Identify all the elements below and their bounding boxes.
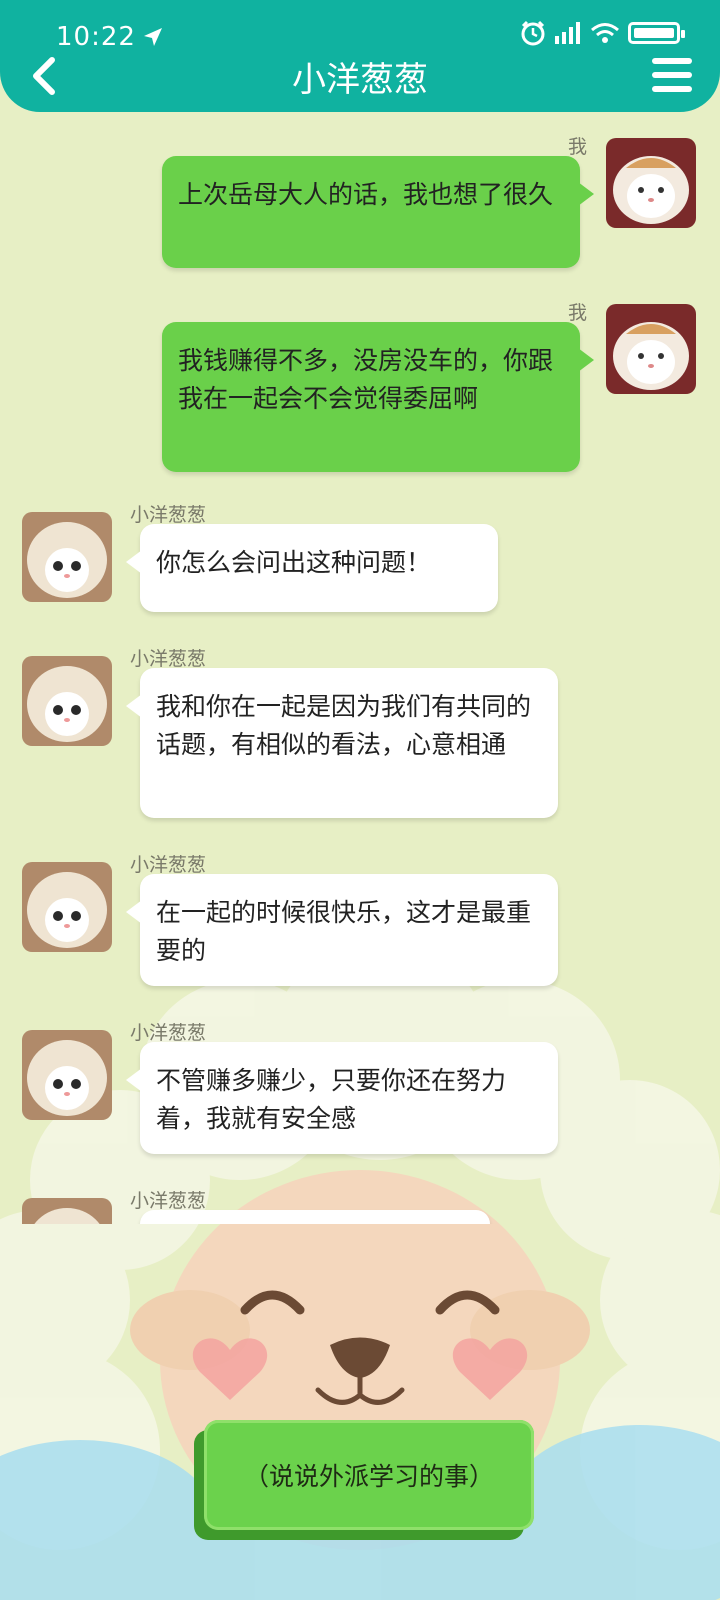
message-bubble-contact[interactable]	[140, 1210, 490, 1224]
message-bubble-contact[interactable]: 你怎么会问出这种问题！	[126, 524, 498, 612]
reply-option-button[interactable]: （说说外派学习的事）	[204, 1420, 534, 1530]
my-avatar[interactable]	[606, 304, 696, 394]
sender-name: 小洋葱葱	[130, 504, 207, 526]
sender-name: 我	[568, 136, 588, 158]
status-bar-right	[520, 20, 685, 46]
my-avatar[interactable]	[606, 138, 696, 228]
signal-icon	[555, 22, 580, 44]
contact-avatar[interactable]	[22, 656, 112, 746]
contact-avatar[interactable]	[22, 862, 112, 952]
message-bubble-me[interactable]: 上次岳母大人的话，我也想了很久	[162, 156, 594, 268]
chat-title: 小洋葱葱	[292, 60, 428, 100]
contact-avatar[interactable]	[22, 512, 112, 602]
location-arrow-icon	[143, 28, 162, 46]
hamburger-menu-icon[interactable]	[652, 58, 692, 92]
sender-name: 我	[568, 302, 588, 324]
top-header: 10:22 小洋葱葱	[0, 0, 720, 112]
chat-message-list[interactable]: 我 上次岳母大人的话，我也想了很久 我 我钱赚得不多，没房没车的，你跟我在一起会…	[0, 112, 720, 1224]
sender-name: 小洋葱葱	[130, 854, 207, 876]
sender-name: 小洋葱葱	[130, 648, 207, 670]
alarm-icon	[521, 20, 545, 46]
message-bubble-contact[interactable]: 我和你在一起是因为我们有共同的话题，有相似的看法，心意相通	[126, 668, 558, 818]
message-bubble-contact[interactable]: 不管赚多赚少，只要你还在努力着，我就有安全感	[126, 1042, 558, 1154]
status-bar-left: 10:22	[56, 22, 164, 52]
battery-icon	[628, 22, 685, 44]
contact-avatar[interactable]	[22, 1030, 112, 1120]
message-bubble-contact[interactable]: 在一起的时候很快乐，这才是最重要的	[126, 874, 558, 986]
sender-name: 小洋葱葱	[130, 1190, 207, 1212]
sender-name: 小洋葱葱	[130, 1022, 207, 1044]
status-time: 10:22	[56, 22, 136, 52]
wifi-icon	[591, 23, 619, 43]
message-bubble-me[interactable]: 我钱赚得不多，没房没车的，你跟我在一起会不会觉得委屈啊	[162, 322, 594, 472]
contact-avatar[interactable]	[22, 1198, 112, 1224]
